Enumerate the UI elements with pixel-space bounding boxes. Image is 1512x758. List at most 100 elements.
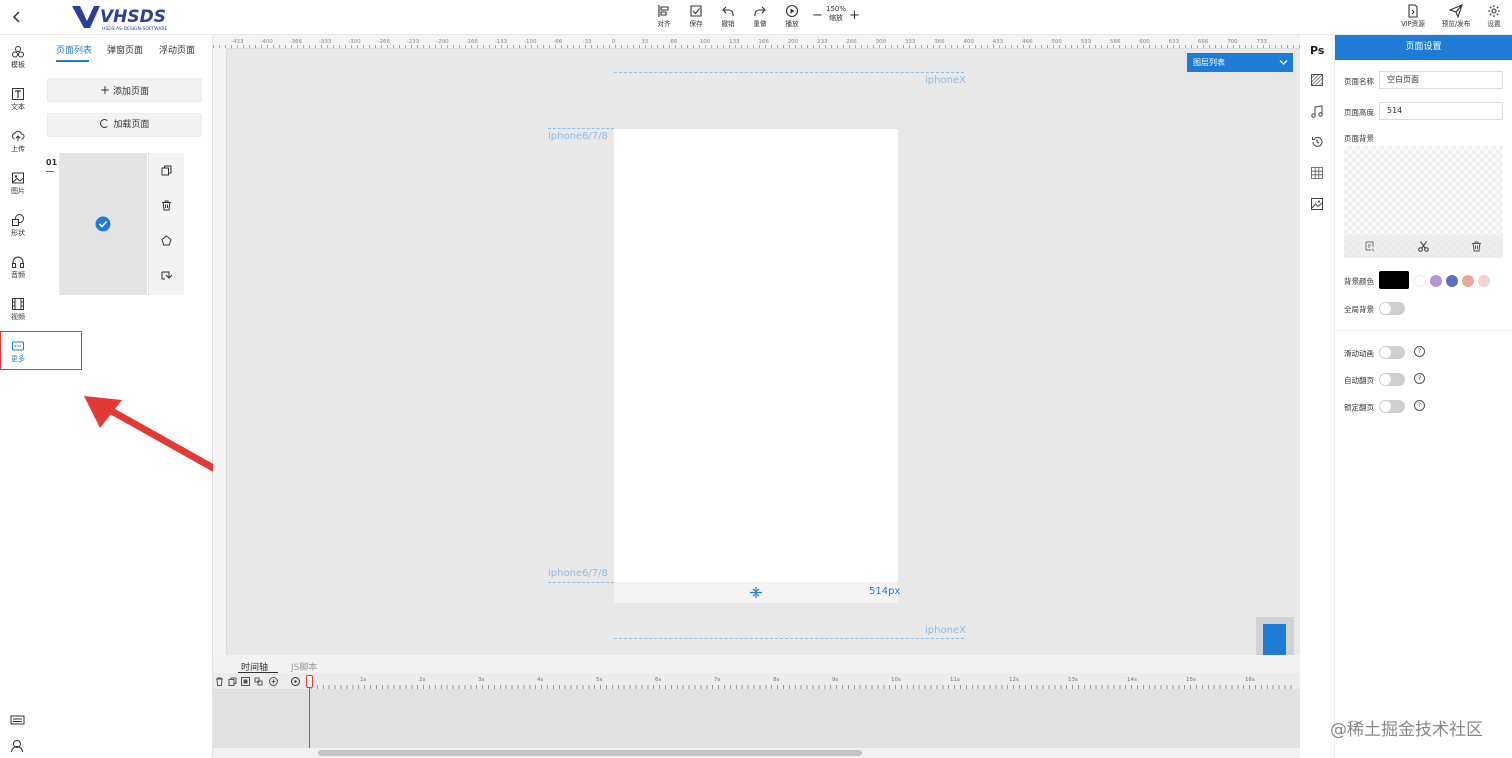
timeline-layers-icon[interactable] bbox=[254, 677, 263, 689]
rail-item-audio[interactable]: 音频 bbox=[0, 250, 36, 288]
timeline-second-label: 1s bbox=[360, 677, 367, 683]
bg-color-picker[interactable] bbox=[1379, 271, 1409, 289]
color-swatch-lavender[interactable] bbox=[1430, 275, 1442, 287]
help-icon[interactable]: ? bbox=[1414, 346, 1425, 357]
export-page-button[interactable] bbox=[149, 258, 184, 293]
color-swatch-indigo[interactable] bbox=[1446, 275, 1458, 287]
redo-button[interactable]: 重做 bbox=[743, 4, 777, 29]
timeline-second-label: 10s bbox=[891, 677, 901, 683]
tab-floating-pages[interactable]: 浮动页面 bbox=[159, 43, 195, 56]
timeline-delete-icon[interactable] bbox=[215, 677, 224, 689]
timeline-track[interactable] bbox=[213, 690, 1300, 748]
export-icon bbox=[161, 271, 172, 280]
trash-icon[interactable] bbox=[1471, 241, 1482, 252]
page-thumbnail[interactable] bbox=[59, 153, 147, 295]
save-label: 保存 bbox=[689, 20, 703, 28]
page-resize-bar[interactable] bbox=[614, 582, 898, 603]
timeline-second-label: 15s bbox=[1186, 677, 1196, 683]
save-icon bbox=[690, 5, 702, 17]
page-height-input[interactable]: 514 bbox=[1379, 102, 1503, 120]
back-icon[interactable] bbox=[8, 8, 26, 26]
picture-icon[interactable] bbox=[1311, 198, 1323, 213]
color-swatch-white[interactable] bbox=[1414, 275, 1426, 287]
page-canvas[interactable] bbox=[614, 129, 898, 582]
home-page-button[interactable] bbox=[149, 223, 184, 258]
trash-icon bbox=[162, 200, 171, 211]
rail-item-video[interactable]: 视频 bbox=[0, 292, 36, 330]
slide-anim-toggle[interactable] bbox=[1379, 346, 1405, 359]
help-icon[interactable]: ? bbox=[1414, 400, 1425, 411]
image-icon bbox=[12, 172, 24, 184]
ruler-ticks bbox=[213, 45, 1300, 48]
timeline-second-label: 2s bbox=[419, 677, 426, 683]
texture-icon[interactable] bbox=[1311, 74, 1323, 89]
play-button[interactable]: 播放 bbox=[775, 4, 809, 29]
grid-icon[interactable] bbox=[1311, 167, 1323, 182]
rail-item-text[interactable]: 文本 bbox=[0, 82, 36, 120]
global-bg-toggle[interactable] bbox=[1379, 302, 1405, 315]
keyboard-icon[interactable] bbox=[10, 714, 26, 729]
publish-button[interactable]: 预览/发布 bbox=[1436, 4, 1476, 29]
timeline-scrollbar-thumb[interactable] bbox=[318, 750, 862, 756]
rail-label: 视频 bbox=[11, 313, 25, 321]
resize-handle-icon[interactable] bbox=[750, 587, 762, 598]
redo-icon bbox=[754, 6, 766, 16]
global-bg-label: 全局背景 bbox=[1344, 305, 1374, 314]
user-icon[interactable] bbox=[10, 739, 24, 756]
check-circle-icon bbox=[95, 216, 111, 232]
rail-item-template[interactable]: 模板 bbox=[0, 40, 36, 78]
music-icon[interactable] bbox=[1311, 105, 1323, 121]
vip-resource-button[interactable]: VIP资源 bbox=[1393, 4, 1433, 29]
timeline-copy-icon[interactable] bbox=[228, 677, 237, 689]
layer-list-dropdown[interactable]: 图层列表 bbox=[1187, 53, 1293, 72]
zoom-in-button[interactable]: + bbox=[849, 8, 860, 23]
guide-line bbox=[548, 128, 614, 129]
stamp-icon[interactable] bbox=[1365, 241, 1376, 252]
plus-icon: + bbox=[100, 83, 111, 97]
color-swatch-salmon[interactable] bbox=[1462, 275, 1474, 287]
timeline-second-label: 9s bbox=[832, 677, 839, 683]
color-swatch-pink[interactable] bbox=[1478, 275, 1490, 287]
copy-page-button[interactable] bbox=[149, 153, 184, 188]
save-button[interactable]: 保存 bbox=[679, 4, 713, 29]
auto-flip-label: 自动翻页 bbox=[1344, 376, 1374, 385]
lock-flip-label: 锁定翻页 bbox=[1344, 403, 1374, 412]
timeline-ruler[interactable]: 1s 2s 3s 4s 5s 6s 7s 8s 9s 10s 11s 12s 13s 14s 15s 16s bbox=[213, 673, 1300, 690]
lock-flip-toggle[interactable] bbox=[1379, 400, 1405, 413]
page-name-input[interactable]: 空白页面 bbox=[1379, 71, 1503, 89]
tab-page-list[interactable]: 页面列表 bbox=[56, 43, 92, 56]
redo-label: 重做 bbox=[753, 20, 767, 28]
undo-button[interactable]: 撤销 bbox=[711, 4, 745, 29]
playhead-handle[interactable] bbox=[306, 675, 313, 688]
align-button[interactable]: 对齐 bbox=[647, 4, 681, 29]
rail-item-upload[interactable]: 上传 bbox=[0, 124, 36, 162]
logo-subtitle: HSDS.AS-DESIGN-SOFTWARE bbox=[102, 26, 168, 32]
auto-flip-toggle[interactable] bbox=[1379, 373, 1405, 386]
rail-item-image[interactable]: 图片 bbox=[0, 166, 36, 204]
gear-icon bbox=[1488, 5, 1500, 17]
timeline-group-icon[interactable] bbox=[241, 677, 250, 689]
history-icon[interactable] bbox=[1311, 136, 1323, 151]
rail-item-shape[interactable]: 形状 bbox=[0, 208, 36, 246]
toggle-knob bbox=[1380, 374, 1391, 385]
ruler-vertical[interactable] bbox=[213, 48, 227, 655]
ps-import-button[interactable]: Ps bbox=[1310, 44, 1324, 57]
add-page-button[interactable]: + 添加页面 bbox=[47, 78, 202, 102]
timeline-add-icon[interactable] bbox=[269, 677, 278, 689]
rail-label: 模板 bbox=[11, 61, 25, 69]
timeline-second-label: 5s bbox=[596, 677, 603, 683]
publish-label: 预览/发布 bbox=[1441, 20, 1471, 28]
tab-js-script[interactable]: JS脚本 bbox=[291, 660, 317, 673]
timeline-second-label: 11s bbox=[950, 677, 960, 683]
help-icon[interactable]: ? bbox=[1414, 373, 1425, 384]
ruler-horizontal[interactable]: -433 -400 -366 -333 -300 -266 -233 -200 -166 -133… bbox=[213, 35, 1300, 49]
delete-page-button[interactable] bbox=[149, 188, 184, 223]
guide-line bbox=[614, 72, 964, 73]
timeline-play-icon[interactable] bbox=[291, 677, 300, 689]
load-page-button[interactable]: 加载页面 bbox=[47, 113, 202, 137]
scissors-icon[interactable] bbox=[1418, 241, 1429, 252]
tab-popup-pages[interactable]: 弹窗页面 bbox=[107, 43, 143, 56]
bg-color-label: 背景颜色 bbox=[1344, 277, 1374, 286]
play-icon bbox=[785, 4, 799, 18]
settings-button[interactable]: 设置 bbox=[1479, 4, 1509, 29]
